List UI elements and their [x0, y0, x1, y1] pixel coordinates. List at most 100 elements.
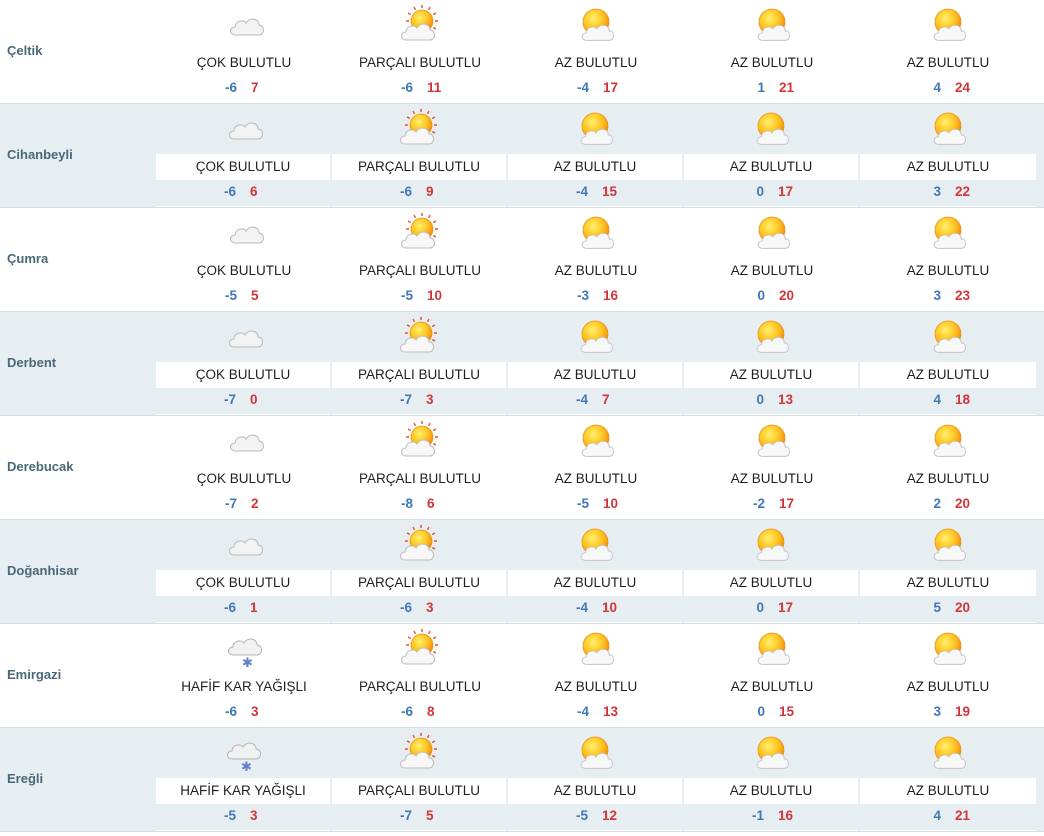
mostly-sunny-icon [933, 632, 966, 665]
mostly-sunny-icon [757, 632, 790, 665]
condition-label: AZ BULUTLU [554, 679, 638, 694]
mostly-sunny-icon [756, 320, 789, 353]
weather-icon-area [860, 312, 1036, 362]
condition-label: PARÇALI BULUTLU [358, 471, 482, 486]
max-temp: 15 [602, 184, 618, 199]
forecast-day-cell: PARÇALI BULUTLU -6 3 [332, 520, 508, 623]
mostly-sunny-icon [933, 216, 966, 249]
city-row: Cihanbeyli ÇOK BULUTLU -6 6 PARÇALI BULUT… [0, 104, 1044, 208]
city-name[interactable]: Emirgazi [0, 624, 156, 727]
city-name[interactable]: Ereğli [0, 728, 156, 831]
max-temp: 24 [955, 80, 971, 95]
max-temp: 20 [955, 496, 971, 511]
max-temp: 1 [250, 600, 258, 615]
city-name[interactable]: Doğanhisar [0, 520, 156, 623]
temperature-range: -4 10 [508, 596, 682, 622]
temperature-range: 0 17 [684, 180, 858, 206]
weather-icon-area [332, 416, 508, 466]
condition-label: PARÇALI BULUTLU [358, 263, 482, 278]
light-snow-icon: ✱ [228, 638, 262, 669]
max-temp: 17 [778, 600, 794, 615]
city-name-label: Çeltik [7, 43, 43, 58]
min-temp: -4 [576, 80, 589, 95]
forecast-days: ✱ HAFİF KAR YAĞIŞLI -6 3 PARÇALI BULUTLU … [156, 624, 1044, 727]
max-temp: 9 [426, 184, 434, 199]
condition-label: PARÇALI BULUTLU [358, 679, 482, 694]
forecast-days: ÇOK BULUTLU -7 2 PARÇALI BULUTLU -8 6 AZ B… [156, 416, 1044, 519]
mostly-sunny-icon [756, 528, 789, 561]
condition-label: ÇOK BULUTLU [156, 362, 330, 388]
weather-icon-area [860, 520, 1036, 570]
max-temp: 10 [602, 600, 618, 615]
forecast-day-cell: PARÇALI BULUTLU -7 5 [332, 728, 508, 831]
city-name[interactable]: Derebucak [0, 416, 156, 519]
city-name-label: Doğanhisar [7, 563, 79, 578]
max-temp: 21 [779, 80, 795, 95]
mostly-sunny-icon [580, 528, 613, 561]
city-row: Derebucak ÇOK BULUTLU -7 2 PARÇALI BULUTL… [0, 416, 1044, 520]
city-name[interactable]: Cihanbeyli [0, 104, 156, 207]
min-temp: 0 [756, 184, 764, 199]
min-temp: -4 [576, 704, 589, 719]
forecast-days: ÇOK BULUTLU -5 5 PARÇALI BULUTLU -5 10 AZ … [156, 208, 1044, 311]
weather-icon-area [860, 208, 1036, 258]
city-name[interactable]: Çumra [0, 208, 156, 311]
min-temp: -6 [224, 80, 237, 95]
temperature-range: -6 8 [332, 700, 508, 726]
city-row: Çumra ÇOK BULUTLU -5 5 PARÇALI BULUTLU -5… [0, 208, 1044, 312]
condition-label: PARÇALI BULUTLU [358, 55, 482, 70]
max-temp: 22 [955, 184, 971, 199]
forecast-day-cell: AZ BULUTLU 4 21 [860, 728, 1036, 831]
temperature-range: -4 15 [508, 180, 682, 206]
mostly-sunny-icon [757, 216, 790, 249]
city-name-label: Çumra [7, 251, 49, 266]
forecast-day-cell: ÇOK BULUTLU -6 7 [156, 0, 332, 103]
condition-label: AZ BULUTLU [554, 55, 638, 70]
condition-label: AZ BULUTLU [906, 55, 990, 70]
min-temp: 0 [756, 392, 764, 407]
min-temp: -7 [224, 496, 237, 511]
min-temp: 2 [933, 496, 941, 511]
condition-label: PARÇALI BULUTLU [332, 778, 506, 804]
mostly-sunny-icon [933, 8, 966, 41]
min-temp: -4 [575, 392, 588, 407]
max-temp: 13 [603, 704, 619, 719]
weather-icon-area: ✱ [156, 728, 330, 778]
min-temp: 3 [933, 704, 941, 719]
city-row: Emirgazi ✱ HAFİF KAR YAĞIŞLI -6 3 PARÇALI… [0, 624, 1044, 728]
condition-label: ÇOK BULUTLU [196, 55, 292, 70]
weather-icon-area: ✱ [156, 624, 332, 674]
city-name[interactable]: Çeltik [0, 0, 156, 103]
min-temp: -6 [399, 600, 412, 615]
weather-icon-area [860, 104, 1036, 154]
city-name[interactable]: Derbent [0, 312, 156, 415]
max-temp: 6 [427, 496, 435, 511]
partly-cloudy-icon [400, 109, 437, 145]
max-temp: 17 [603, 80, 619, 95]
condition-label: AZ BULUTLU [730, 55, 814, 70]
condition-label: AZ BULUTLU [860, 362, 1036, 388]
temperature-range: -7 2 [156, 492, 332, 518]
temperature-range: -5 12 [508, 804, 682, 830]
partly-cloudy-icon [401, 5, 438, 41]
min-temp: 0 [757, 704, 765, 719]
max-temp: 16 [778, 808, 794, 823]
cloudy-icon [230, 226, 264, 244]
min-temp: 3 [933, 288, 941, 303]
temperature-range: -6 1 [156, 596, 330, 622]
max-temp: 11 [427, 80, 442, 95]
max-temp: 10 [603, 496, 619, 511]
min-temp: -4 [575, 184, 588, 199]
min-temp: -6 [400, 80, 413, 95]
max-temp: 20 [955, 600, 971, 615]
temperature-range: -1 16 [684, 804, 858, 830]
max-temp: 17 [779, 496, 795, 511]
weather-icon-area [684, 104, 858, 154]
weather-icon-area [332, 0, 508, 50]
weather-icon-area [508, 208, 684, 258]
forecast-days: ÇOK BULUTLU -7 0 PARÇALI BULUTLU -7 3 AZ B… [156, 312, 1044, 415]
weather-icon-area [156, 0, 332, 50]
condition-label: AZ BULUTLU [730, 263, 814, 278]
forecast-day-cell: ÇOK BULUTLU -6 1 [156, 520, 332, 623]
temperature-range: -5 5 [156, 284, 332, 310]
